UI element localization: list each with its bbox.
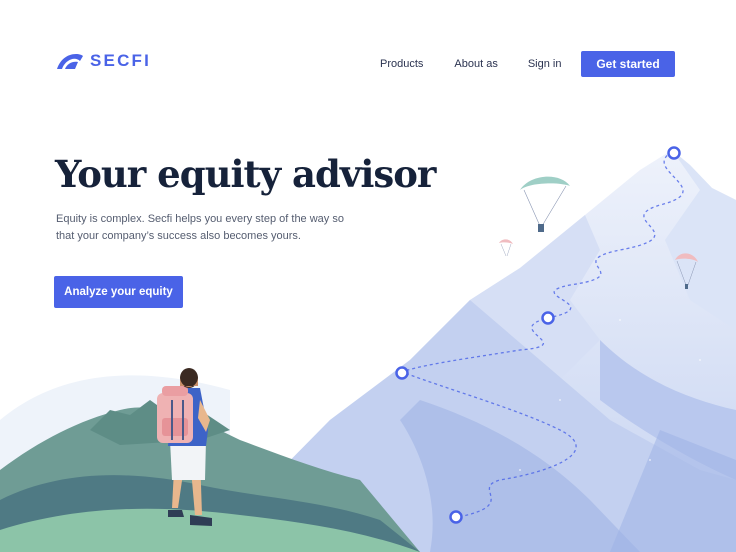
nav-signin-link[interactable]: Sign in xyxy=(528,51,562,77)
paraglider-icon xyxy=(520,176,570,232)
logo[interactable]: SECFI xyxy=(56,52,151,70)
logo-text: SECFI xyxy=(90,51,152,70)
main-nav: Products About as Sign in xyxy=(380,51,561,77)
nav-products-link[interactable]: Products xyxy=(380,51,423,77)
get-started-button[interactable]: Get started xyxy=(581,51,675,77)
nav-about-link[interactable]: About as xyxy=(454,51,497,77)
logo-mark-icon xyxy=(57,54,83,69)
paraglider-icon xyxy=(499,239,513,257)
mountain-illustration xyxy=(0,146,736,552)
